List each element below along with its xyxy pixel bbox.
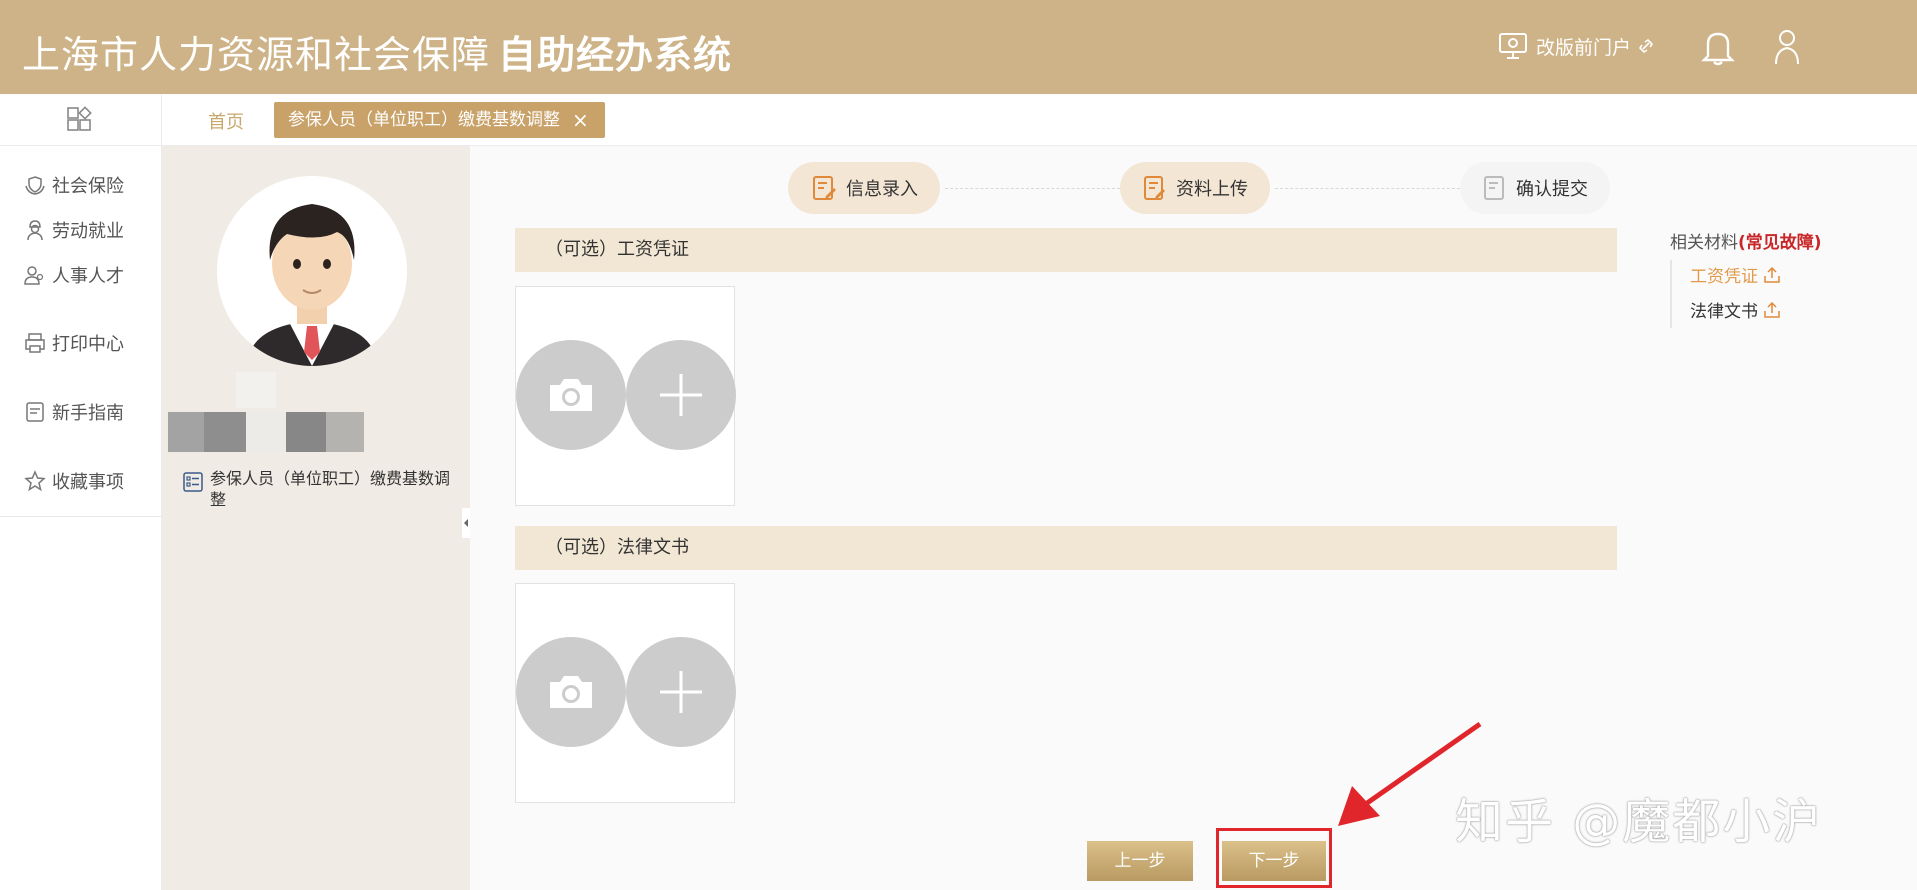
current-business: 参保人员（单位职工）缴费基数调整	[182, 468, 462, 510]
section-legal-document: （可选）法律文书	[515, 526, 1617, 570]
tab-current-label: 参保人员（单位职工）缴费基数调整	[288, 110, 560, 130]
header-bar: 上海市人力资源和社会保障 自助经办系统 改版前门户	[0, 0, 1917, 94]
related-item-legal-document[interactable]: 法律文书	[1690, 297, 1782, 322]
upload-box-legal-document	[515, 583, 736, 803]
upload-box-salary-proof	[515, 286, 736, 506]
worker-icon	[27, 220, 43, 241]
masked-name-block	[326, 412, 364, 452]
add-file-button[interactable]	[626, 637, 736, 747]
sidebar-label: 收藏事项	[52, 472, 124, 493]
sidebar-divider	[0, 516, 162, 517]
masked-name-block	[204, 412, 246, 452]
main-content: 信息录入 资料上传 确认提交 （可选）工资凭证 （可选）法律文书 上一步 下一步	[470, 146, 1917, 890]
step-label: 资料上传	[1176, 179, 1248, 200]
sidebar-label: 打印中心	[52, 334, 124, 355]
section-salary-proof: （可选）工资凭证	[515, 228, 1617, 272]
step-confirm[interactable]: 确认提交	[1460, 162, 1610, 214]
avatar	[217, 176, 407, 366]
step-label: 信息录入	[846, 179, 918, 200]
checklist-icon	[183, 472, 203, 492]
plus-icon	[660, 374, 702, 416]
sidebar-label: 劳动就业	[52, 221, 124, 242]
camera-upload-button[interactable]	[516, 637, 626, 747]
collapse-handle[interactable]	[462, 508, 470, 538]
masked-name-block	[286, 412, 326, 452]
step-info-entry[interactable]: 信息录入	[788, 162, 940, 214]
camera-icon	[550, 379, 592, 411]
sidebar: 社会保险 劳动就业 人事人才 打印中心 新手指南 收藏事项	[0, 146, 162, 890]
add-file-button[interactable]	[626, 340, 736, 450]
sidebar-item-print-center[interactable]: 打印中心	[24, 330, 124, 356]
sidebar-label: 社会保险	[52, 176, 124, 197]
current-business-label: 参保人员（单位职工）缴费基数调整	[210, 469, 451, 509]
tab-bar: 首页 参保人员（单位职工）缴费基数调整 ×	[0, 94, 1917, 146]
related-item-label: 法律文书	[1690, 302, 1758, 322]
sidebar-item-personnel[interactable]: 人事人才	[24, 262, 124, 288]
step-connector	[1275, 188, 1460, 189]
sidebar-item-social-insurance[interactable]: 社会保险	[24, 172, 124, 198]
sidebar-item-employment[interactable]: 劳动就业	[24, 217, 124, 243]
printer-icon	[25, 333, 45, 353]
tab-home[interactable]: 首页	[208, 108, 244, 134]
people-icon	[24, 266, 44, 285]
bell-icon[interactable]	[1700, 28, 1736, 70]
related-divider	[1670, 260, 1672, 328]
sidebar-item-guide[interactable]: 新手指南	[24, 399, 124, 425]
common-faults-link[interactable]: (常见故障)	[1738, 233, 1822, 253]
app-title: 上海市人力资源和社会保障 自助经办系统	[22, 24, 732, 79]
related-item-salary-proof[interactable]: 工资凭证	[1690, 262, 1782, 287]
sidebar-label: 人事人才	[52, 266, 124, 287]
prev-step-button[interactable]: 上一步	[1087, 841, 1193, 881]
monitor-gear-icon	[1499, 33, 1527, 59]
hands-shield-icon	[25, 176, 45, 195]
camera-upload-button[interactable]	[516, 340, 626, 450]
tab-current-business[interactable]: 参保人员（单位职工）缴费基数调整 ×	[274, 102, 605, 138]
edit-form-icon	[813, 176, 836, 200]
sidebar-item-favorites[interactable]: 收藏事项	[24, 468, 124, 494]
plus-icon	[660, 671, 702, 713]
app-grid-icon[interactable]	[66, 106, 94, 138]
guide-icon	[26, 402, 44, 422]
step-upload[interactable]: 资料上传	[1120, 162, 1270, 214]
masked-name-block	[236, 372, 276, 408]
tab-divider	[161, 94, 162, 146]
camera-icon	[550, 676, 592, 708]
watermark-text: 知乎 @魔都小沪	[1455, 794, 1823, 850]
app-title-main: 上海市人力资源和社会保障	[22, 33, 491, 77]
step-label: 确认提交	[1516, 179, 1588, 200]
document-check-icon	[1484, 176, 1504, 200]
profile-panel: 参保人员（单位职工）缴费基数调整	[162, 146, 470, 890]
sidebar-label: 新手指南	[52, 403, 124, 424]
close-icon[interactable]: ×	[572, 102, 589, 138]
upload-icon	[1764, 266, 1780, 283]
annotation-highlight-box	[1216, 828, 1332, 888]
app-title-bold: 自助经办系统	[498, 33, 733, 77]
star-icon	[24, 470, 46, 492]
step-connector	[945, 188, 1120, 189]
old-portal-link[interactable]: 改版前门户	[1498, 32, 1654, 60]
document-upload-icon	[1144, 176, 1165, 200]
upload-icon	[1764, 301, 1780, 318]
masked-name-block	[168, 412, 204, 452]
old-portal-label: 改版前门户	[1536, 36, 1632, 59]
user-icon[interactable]	[1772, 28, 1802, 70]
related-heading-label: 相关材料	[1670, 233, 1738, 253]
related-item-label: 工资凭证	[1690, 267, 1758, 287]
related-materials-heading: 相关材料(常见故障)	[1670, 228, 1822, 253]
masked-name-block	[246, 412, 286, 452]
link-icon	[1639, 39, 1654, 53]
